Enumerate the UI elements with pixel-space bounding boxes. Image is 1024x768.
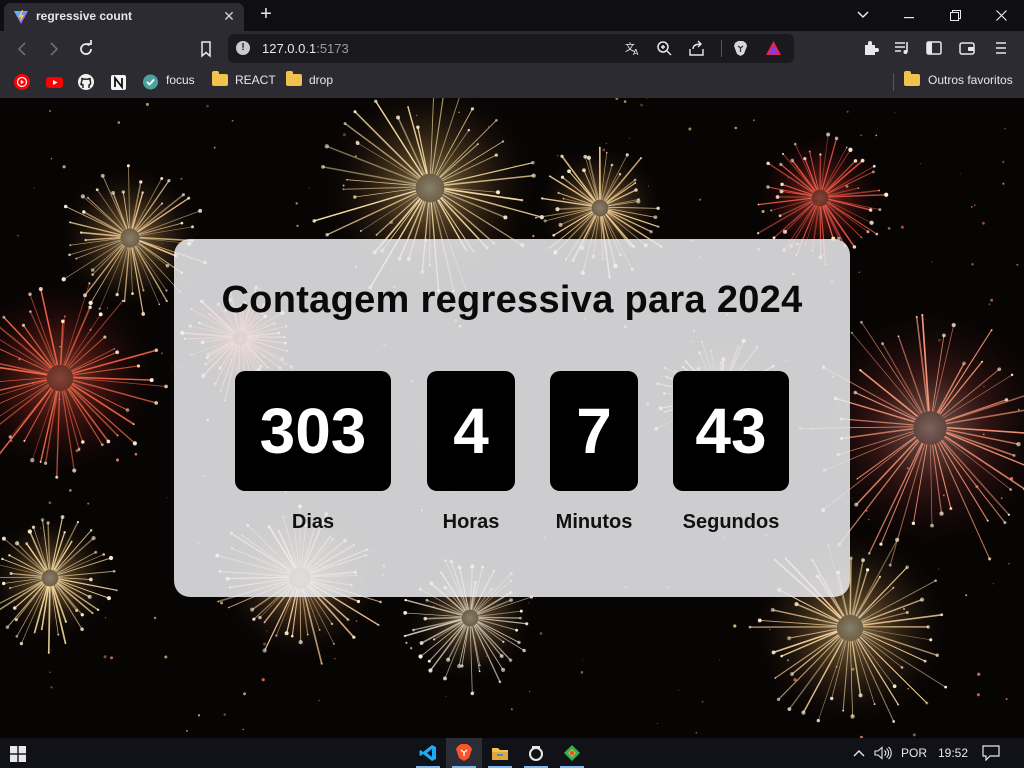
- volume-icon[interactable]: [874, 746, 892, 760]
- vscode-icon: [419, 745, 436, 761]
- site-info-icon[interactable]: !: [236, 41, 250, 55]
- hours-value: 4: [427, 371, 515, 491]
- minutes-value: 7: [550, 371, 638, 491]
- hours-label: Horas: [442, 511, 500, 533]
- notifications-icon[interactable]: [982, 745, 1000, 761]
- brave-shields-icon[interactable]: [732, 40, 749, 57]
- menu-icon[interactable]: [992, 39, 1010, 57]
- bookmark-drop[interactable]: drop: [309, 73, 333, 87]
- folder-icon: [212, 71, 228, 86]
- restore-button[interactable]: [932, 0, 978, 30]
- focus-check-icon[interactable]: [142, 73, 159, 91]
- forward-arrow-icon[interactable]: [44, 39, 64, 59]
- countdown-minutes: 7 Minutos: [550, 371, 638, 534]
- close-tab-icon[interactable]: ✕: [220, 7, 238, 25]
- share-icon[interactable]: [688, 40, 705, 57]
- file-explorer-icon: [492, 748, 508, 760]
- bookmark-react[interactable]: REACT: [235, 73, 276, 87]
- bookmark-focus[interactable]: focus: [166, 73, 195, 87]
- wallet-icon[interactable]: [958, 39, 976, 57]
- sidebar-icon[interactable]: [925, 39, 943, 57]
- keyboard-language[interactable]: POR: [901, 746, 927, 760]
- seconds-value: 43: [673, 371, 789, 491]
- new-tab-button[interactable]: +: [255, 4, 277, 26]
- days-label: Dias: [291, 511, 335, 533]
- taskbar-gitkraken[interactable]: [554, 738, 590, 768]
- countdown-hours: 4 Horas: [427, 371, 515, 534]
- tab-title: regressive count: [36, 9, 133, 23]
- svg-text:A: A: [633, 48, 639, 57]
- taskbar-brave[interactable]: [446, 738, 482, 768]
- page-viewport: Contagem regressiva para 2024 303 Dias 4…: [0, 98, 1024, 738]
- tab-search-chevron-icon[interactable]: [840, 0, 886, 30]
- github-icon[interactable]: [77, 73, 95, 91]
- seconds-label: Segundos: [682, 511, 780, 533]
- notion-icon[interactable]: [110, 73, 127, 91]
- address-bar[interactable]: ! 127.0.0.1:5173 文 A: [228, 34, 794, 63]
- tab-regressive-count[interactable]: regressive count ✕: [4, 3, 244, 31]
- app-ring-icon: [529, 746, 543, 761]
- git-diamond-icon: [564, 745, 580, 761]
- windows-taskbar: POR 19:52: [0, 738, 1024, 768]
- close-window-button[interactable]: [978, 0, 1024, 30]
- folder-icon: [286, 71, 302, 86]
- taskbar-app[interactable]: [518, 738, 554, 768]
- url-text[interactable]: 127.0.0.1:5173: [262, 41, 349, 56]
- extensions-puzzle-icon[interactable]: [862, 39, 880, 57]
- bookmark-icon[interactable]: [196, 39, 216, 59]
- chevron-up-icon[interactable]: [853, 748, 865, 758]
- youtube-icon[interactable]: [45, 73, 64, 91]
- zoom-icon[interactable]: [656, 40, 673, 57]
- back-arrow-icon[interactable]: [12, 39, 32, 59]
- minutes-label: Minutos: [555, 511, 633, 533]
- countdown-seconds: 43 Segundos: [673, 371, 789, 534]
- countdown-days: 303 Dias: [235, 371, 391, 534]
- bookmarks-bar: focus REACT drop Outros favoritos: [0, 67, 1024, 98]
- tab-strip: regressive count ✕ +: [0, 0, 1024, 31]
- url-port: :5173: [316, 41, 349, 56]
- windows-start-icon[interactable]: [10, 746, 26, 762]
- brave-rewards-icon[interactable]: [765, 40, 782, 57]
- taskbar-vscode[interactable]: [410, 738, 446, 768]
- browser-toolbar: ! 127.0.0.1:5173 文 A: [0, 31, 1024, 67]
- minimize-button[interactable]: [886, 0, 932, 30]
- bookmarks-divider: [893, 73, 894, 91]
- brave-lion-icon: [456, 744, 472, 761]
- youtube-music-icon[interactable]: [13, 73, 31, 91]
- url-host: 127.0.0.1: [262, 41, 317, 56]
- translate-icon[interactable]: 文 A: [624, 40, 641, 57]
- omnibox-divider: [721, 40, 722, 57]
- page-title: Contagem regressiva para 2024: [221, 279, 803, 321]
- folder-icon: [904, 71, 920, 86]
- system-clock[interactable]: 19:52: [938, 746, 968, 760]
- vite-icon: [14, 10, 28, 24]
- days-value: 303: [235, 371, 391, 491]
- playlist-icon[interactable]: [893, 39, 911, 57]
- bookmark-other-favorites[interactable]: Outros favoritos: [928, 73, 1013, 87]
- reload-icon[interactable]: [76, 39, 96, 59]
- countdown-card: Contagem regressiva para 2024 303 Dias 4…: [174, 239, 850, 597]
- taskbar-file-explorer[interactable]: [482, 738, 518, 768]
